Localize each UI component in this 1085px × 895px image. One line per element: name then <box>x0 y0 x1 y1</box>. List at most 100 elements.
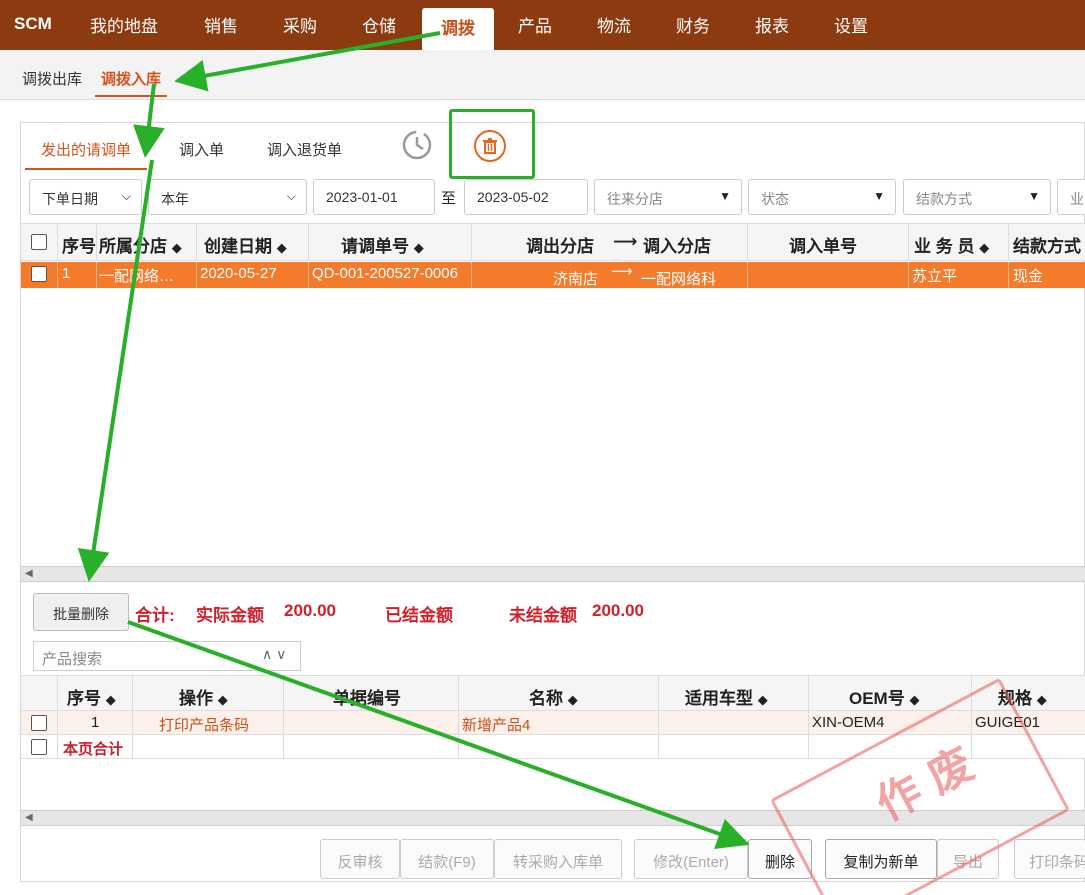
select-all-checkbox[interactable] <box>31 234 47 250</box>
print-barcode-link[interactable]: 打印产品条码 <box>159 714 249 735</box>
sort-icon: ◆ <box>1036 692 1047 707</box>
nav-item-warehouse[interactable]: 仓储 <box>362 12 396 37</box>
col-in-no[interactable]: 调入单号 <box>789 232 857 257</box>
col-to-branch[interactable]: 调入分店 <box>643 232 711 257</box>
col-branch[interactable]: 所属分店 ◆ <box>99 232 182 257</box>
end-date-input[interactable]: 2023-05-02 <box>464 179 588 215</box>
arrow-right-icon: ⟶ <box>613 232 638 251</box>
page-total-label: 本页合计 <box>63 741 124 758</box>
batch-delete-button[interactable]: 批量删除 <box>33 593 129 631</box>
history-icon[interactable] <box>401 129 433 161</box>
row-checkbox[interactable] <box>31 266 47 282</box>
row-index: 1 <box>91 714 100 731</box>
col-doc-no[interactable]: 单据编号 <box>333 684 401 709</box>
product-search-input[interactable]: 产品搜索 ∧ ∨ <box>33 641 301 671</box>
col-created-date[interactable]: 创建日期 ◆ <box>204 232 287 257</box>
nav-item-settings[interactable]: 设置 <box>834 12 868 37</box>
period-select[interactable]: 本年 ⌵ <box>148 179 307 215</box>
branch-select[interactable]: 往来分店 ▼ <box>594 179 742 215</box>
sort-icon: ◆ <box>217 692 228 707</box>
settle-button[interactable]: 结款(F9) <box>400 839 494 879</box>
row-from-branch: 济南店 <box>553 271 599 288</box>
start-date-input[interactable]: 2023-01-01 <box>313 179 435 215</box>
nav-item-reports[interactable]: 报表 <box>755 12 789 37</box>
row-request-no[interactable]: QD-001-200527-0006 <box>312 265 470 282</box>
sort-icon: ◆ <box>909 692 920 707</box>
col-from-branch[interactable]: 调出分店 <box>526 232 594 257</box>
sort-icon: ◆ <box>171 240 182 255</box>
chevron-down-icon: ⌵ <box>286 189 296 203</box>
col-oem[interactable]: OEM号 ◆ <box>849 684 919 709</box>
print-barcode-button[interactable]: 打印条码 <box>1014 839 1085 879</box>
nav-item-logistics[interactable]: 物流 <box>597 12 631 37</box>
void-stamp-text: 作废 <box>868 732 994 831</box>
caret-down-icon: ▼ <box>873 189 885 203</box>
row-index: 1 <box>62 265 71 282</box>
row-to-branch: 一配网络科 <box>641 271 717 288</box>
top-nav: SCM 我的地盘 销售 采购 仓储 调拨 产品 物流 财务 报表 设置 <box>0 0 1085 50</box>
col-index[interactable]: 序号 <box>62 232 96 257</box>
nav-item-product[interactable]: 产品 <box>518 12 552 37</box>
table-row[interactable]: 1 一配网络… 2020-05-27 QD-001-200527-0006 济南… <box>21 262 1085 288</box>
subtab-transfer-in[interactable]: 调拨入库 <box>95 68 168 97</box>
sort-icon: ◆ <box>413 240 424 255</box>
row-branch: 一配网络… <box>99 268 175 285</box>
settle-method-select[interactable]: 结款方式 ▼ <box>903 179 1051 215</box>
row-checkbox[interactable] <box>31 715 47 731</box>
date-type-select[interactable]: 下单日期 ⌵ <box>29 179 142 215</box>
actual-amount-value: 200.00 <box>284 601 336 620</box>
more-filter-select[interactable]: 业 <box>1057 179 1085 215</box>
chevron-down-icon: ⌵ <box>121 189 131 203</box>
unapprove-button[interactable]: 反审核 <box>320 839 400 879</box>
scroll-left-icon[interactable]: ◀ <box>25 568 33 579</box>
col-name[interactable]: 名称 ◆ <box>529 684 578 709</box>
sub-tabs: 调拨出库 调拨入库 <box>0 50 1085 100</box>
date-range-separator: 至 <box>441 190 457 207</box>
nav-item-transfer[interactable]: 调拨 <box>422 8 494 50</box>
scroll-left-icon[interactable]: ◀ <box>25 812 33 823</box>
row-oem: XIN-OEM4 <box>812 714 885 731</box>
sort-icon: ◆ <box>757 692 768 707</box>
to-purchase-receipt-button[interactable]: 转采购入库单 <box>494 839 622 879</box>
brand-logo: SCM <box>14 14 52 33</box>
unsettled-amount-label: 未结金额 <box>509 606 577 625</box>
top-table-scrollbar[interactable]: ◀ <box>21 566 1085 582</box>
col-action[interactable]: 操作 ◆ <box>179 684 228 709</box>
col-settle-method[interactable]: 结款方式 <box>1013 232 1081 257</box>
nav-item-mydesk[interactable]: 我的地盘 <box>90 12 158 37</box>
arrow-right-icon: ⟶ <box>611 263 633 280</box>
tab-sent-requests[interactable]: 发出的请调单 <box>25 139 148 170</box>
row-name: 新增产品4 <box>462 717 531 734</box>
edit-button[interactable]: 修改(Enter) <box>634 839 748 879</box>
tab-transfer-in-orders[interactable]: 调入单 <box>179 139 224 160</box>
orders-table-header: 序号 所属分店 ◆ 创建日期 ◆ 请调单号 ◆ 调出分店 ⟶ 调入分店 调入单号… <box>21 223 1085 261</box>
row-settle-method: 现金 <box>1013 268 1044 285</box>
nav-item-sales[interactable]: 销售 <box>204 12 238 37</box>
nav-item-purchase[interactable]: 采购 <box>283 12 317 37</box>
sort-icon: ◆ <box>567 692 578 707</box>
row-salesman: 苏立平 <box>912 268 958 285</box>
col-request-no[interactable]: 请调单号 ◆ <box>341 232 424 257</box>
summary-label: 合计: <box>135 606 175 625</box>
unsettled-amount-value: 200.00 <box>592 601 644 620</box>
sort-icon: ◆ <box>105 692 116 707</box>
caret-down-icon: ▼ <box>1028 189 1040 203</box>
status-select[interactable]: 状态 ▼ <box>748 179 896 215</box>
products-table-header: 序号 ◆ 操作 ◆ 单据编号 名称 ◆ 适用车型 ◆ OEM号 ◆ 规格 ◆ <box>21 675 1085 711</box>
trash-icon[interactable] <box>474 130 506 162</box>
sort-icon: ◆ <box>276 240 287 255</box>
chevron-up-down-icon[interactable]: ∧ ∨ <box>262 646 286 663</box>
tab-transfer-in-returns[interactable]: 调入退货单 <box>267 139 342 160</box>
nav-item-finance[interactable]: 财务 <box>676 12 710 37</box>
col-salesman[interactable]: 业 务 员 ◆ <box>914 232 989 257</box>
subtab-transfer-out[interactable]: 调拨出库 <box>22 68 82 89</box>
settled-amount-label: 已结金额 <box>385 606 453 625</box>
caret-down-icon: ▼ <box>719 189 731 203</box>
col-car-model[interactable]: 适用车型 ◆ <box>685 684 768 709</box>
row-created-date: 2020-05-27 <box>200 265 277 282</box>
sort-icon: ◆ <box>979 240 990 255</box>
annotation-highlight-box <box>449 109 535 179</box>
col-index[interactable]: 序号 ◆ <box>67 684 116 709</box>
total-row-checkbox[interactable] <box>31 739 47 755</box>
actual-amount-label: 实际金额 <box>196 606 264 625</box>
